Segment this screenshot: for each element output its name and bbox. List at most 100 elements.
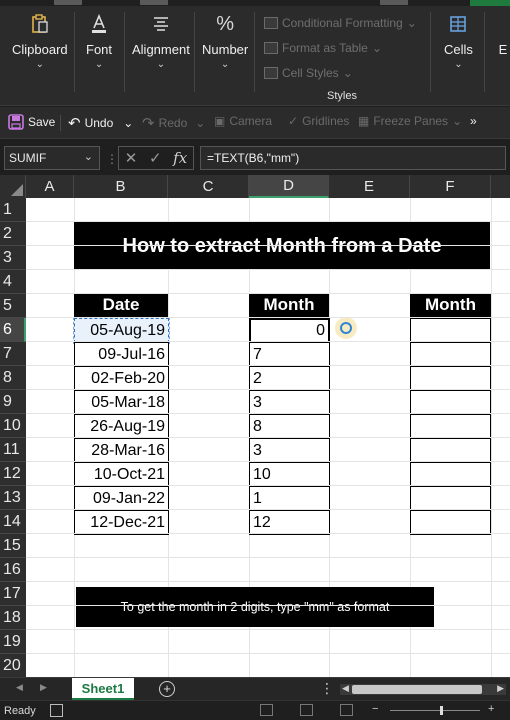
row-header-17[interactable]: 17	[0, 582, 26, 606]
row-header-8[interactable]: 8	[0, 366, 26, 390]
date-cell[interactable]: 05-Aug-19	[73, 317, 170, 344]
more-options-icon[interactable]: ⋮	[320, 680, 334, 697]
row-header-20[interactable]: 20	[0, 654, 26, 677]
more-commands-button[interactable]: »	[470, 114, 477, 128]
zoom-out-icon[interactable]: −	[372, 703, 378, 715]
horizontal-scrollbar[interactable]: ◀ ▶	[340, 683, 506, 695]
redo-button[interactable]: ↷ Redo ⌄	[142, 114, 205, 132]
date-cell[interactable]: 09-Jul-16	[74, 342, 169, 367]
worksheet-grid[interactable]: A B C D E F 1 2 3 4 5 6 7 8 9 10 11 12 13 14 15 16 17 18 1…	[0, 175, 510, 677]
row-header-18[interactable]: 18	[0, 606, 26, 630]
share-button-edge[interactable]	[470, 0, 510, 6]
scroll-left-icon[interactable]: ◀	[342, 683, 349, 694]
zoom-in-icon[interactable]: +	[488, 703, 494, 715]
row-header-9[interactable]: 9	[0, 390, 26, 414]
column-header-a[interactable]: A	[26, 175, 74, 198]
tab-sheet1[interactable]: Sheet1	[72, 678, 134, 700]
chevron-down-icon[interactable]: ⌄	[84, 150, 93, 163]
enter-icon[interactable]: ✓	[149, 149, 162, 167]
column-header-c[interactable]: C	[168, 175, 249, 198]
month-column-header[interactable]: Month	[249, 293, 329, 317]
previous-sheet-icon[interactable]: ◀	[16, 682, 23, 693]
month-cell[interactable]: 2	[249, 366, 330, 391]
row-header-6[interactable]: 6	[0, 318, 26, 342]
gridlines-toggle[interactable]: ✓ Gridlines	[288, 114, 349, 128]
row-header-7[interactable]: 7	[0, 342, 26, 366]
font-group[interactable]: Font ⌄	[86, 12, 112, 70]
row-header-3[interactable]: 3	[0, 246, 26, 270]
month-result-cell[interactable]	[410, 342, 491, 367]
select-all-button[interactable]	[0, 175, 26, 198]
row-header-4[interactable]: 4	[0, 270, 26, 294]
cell-styles-button[interactable]: Cell Styles ⌄	[264, 66, 353, 80]
date-cell[interactable]: 10-Oct-21	[74, 462, 169, 487]
number-group[interactable]: % Number ⌄	[202, 12, 248, 71]
row-header-1[interactable]: 1	[0, 198, 26, 222]
zoom-slider[interactable]	[390, 710, 480, 711]
month-column-header-f[interactable]: Month	[410, 293, 491, 317]
scroll-right-icon[interactable]: ▶	[497, 683, 504, 694]
date-cell[interactable]: 12-Dec-21	[74, 510, 169, 535]
add-sheet-button[interactable]: +	[159, 681, 175, 697]
scrollbar-thumb[interactable]	[352, 685, 482, 694]
editing-group[interactable]: E	[490, 12, 510, 57]
formula-input[interactable]: =TEXT(B6,"mm")	[200, 146, 506, 170]
date-column-header[interactable]: Date	[74, 293, 168, 317]
month-cell[interactable]: 12	[249, 510, 330, 535]
month-cell[interactable]: 7	[249, 342, 330, 367]
month-result-cell[interactable]	[410, 462, 491, 487]
date-cell[interactable]: 09-Jan-22	[74, 486, 169, 511]
camera-button[interactable]: ▣ Camera	[214, 114, 272, 128]
format-as-table-button[interactable]: Format as Table ⌄	[264, 41, 382, 55]
row-header-12[interactable]: 12	[0, 462, 26, 486]
freeze-panes-button[interactable]: ▦ Freeze Panes ⌄	[358, 114, 462, 128]
clipboard-group[interactable]: Clipboard ⌄	[12, 12, 68, 70]
row-header-10[interactable]: 10	[0, 414, 26, 438]
date-cell[interactable]: 28-Mar-16	[74, 438, 169, 463]
month-result-cell[interactable]	[410, 366, 491, 391]
row-header-11[interactable]: 11	[0, 438, 26, 462]
column-header-b[interactable]: B	[74, 175, 168, 198]
month-result-cell[interactable]	[410, 414, 491, 439]
row-header-16[interactable]: 16	[0, 558, 26, 582]
column-header-f[interactable]: F	[410, 175, 491, 198]
month-result-cell[interactable]	[410, 438, 491, 463]
save-button[interactable]: Save	[8, 114, 55, 130]
drag-handle-icon[interactable]: ⋮	[106, 152, 118, 166]
month-result-cell[interactable]	[410, 390, 491, 415]
insert-function-icon[interactable]: fx	[173, 149, 187, 167]
column-header-g[interactable]	[491, 175, 510, 198]
row-header-19[interactable]: 19	[0, 630, 26, 654]
row-header-13[interactable]: 13	[0, 486, 26, 510]
page-layout-icon[interactable]	[300, 704, 313, 716]
month-result-cell[interactable]	[410, 510, 491, 535]
row-header-14[interactable]: 14	[0, 510, 26, 534]
date-cell[interactable]: 02-Feb-20	[74, 366, 169, 391]
month-cell[interactable]: 3	[249, 390, 330, 415]
column-header-d[interactable]: D	[249, 175, 329, 198]
month-cell[interactable]: 8	[249, 414, 330, 439]
active-cell-d6[interactable]: 0	[249, 318, 330, 343]
name-box[interactable]: SUMIF ⌄	[4, 146, 100, 170]
accessibility-icon[interactable]	[50, 704, 63, 717]
month-result-cell[interactable]	[410, 486, 491, 511]
month-cell[interactable]: 1	[249, 486, 330, 511]
undo-button[interactable]: ↶ Undo ⌄	[68, 114, 133, 132]
month-result-cell[interactable]	[410, 318, 491, 343]
zoom-slider-handle[interactable]	[440, 706, 443, 715]
date-cell[interactable]: 26-Aug-19	[74, 414, 169, 439]
date-cell[interactable]: 05-Mar-18	[74, 390, 169, 415]
normal-view-icon[interactable]	[260, 704, 273, 716]
conditional-formatting-button[interactable]: Conditional Formatting ⌄	[264, 16, 417, 30]
month-cell[interactable]: 10	[249, 462, 330, 487]
row-header-2[interactable]: 2	[0, 222, 26, 246]
alignment-group[interactable]: Alignment ⌄	[132, 12, 190, 70]
cancel-icon[interactable]: ✕	[125, 149, 138, 167]
page-break-icon[interactable]	[340, 704, 353, 716]
next-sheet-icon[interactable]: ▶	[40, 682, 47, 693]
cells-group[interactable]: Cells ⌄	[444, 12, 473, 70]
month-cell[interactable]: 3	[249, 438, 330, 463]
row-header-15[interactable]: 15	[0, 534, 26, 558]
row-header-5[interactable]: 5	[0, 294, 26, 318]
column-header-e[interactable]: E	[329, 175, 410, 198]
